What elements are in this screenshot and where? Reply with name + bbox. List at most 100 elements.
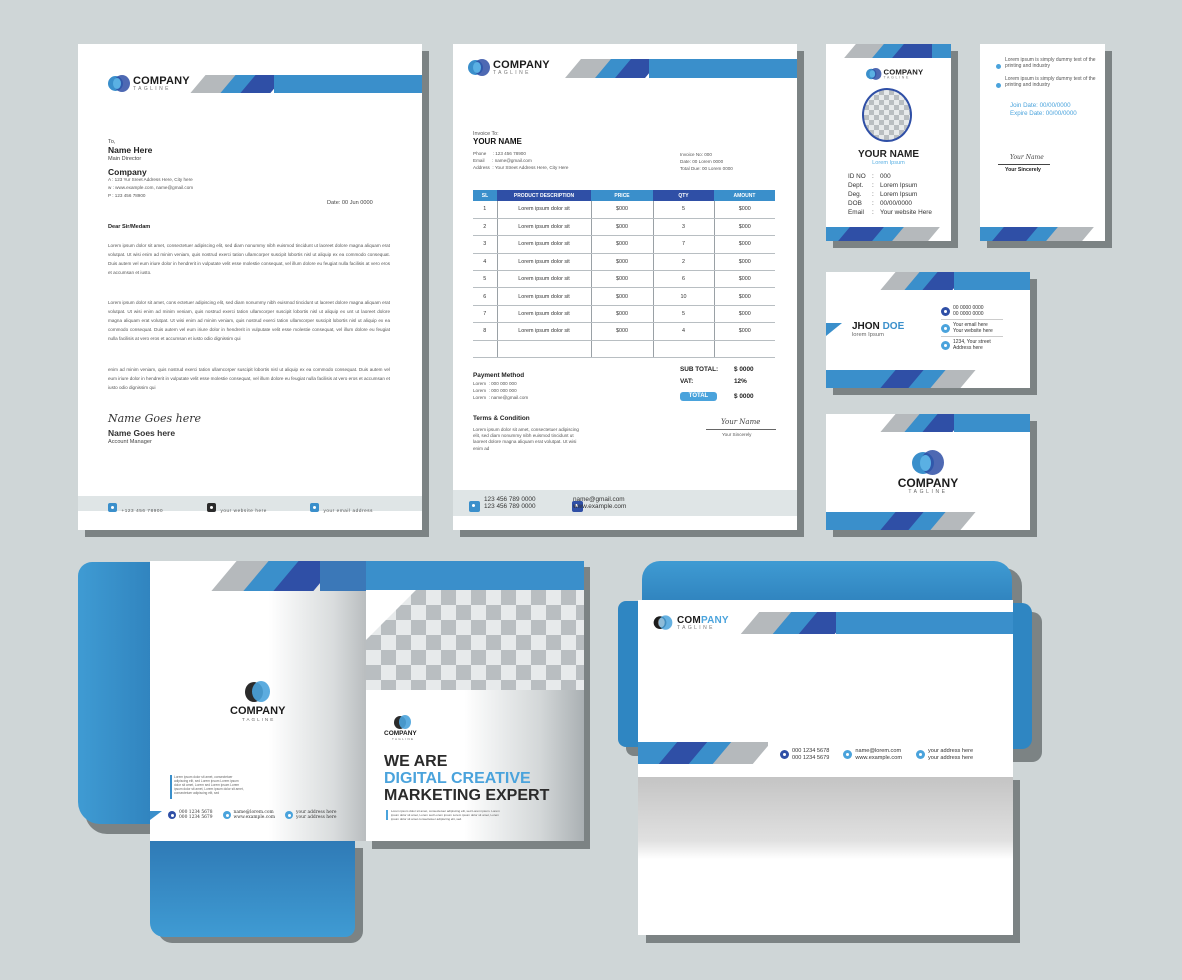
- column-header: AMOUNT: [714, 190, 775, 201]
- company-logo-icon: [866, 68, 882, 81]
- table-cell: Lorem ipsum dolor sit: [497, 235, 592, 254]
- image-placeholder[interactable]: [366, 590, 584, 690]
- recipient-company: Company: [108, 167, 147, 177]
- header-stripe-band: [190, 75, 422, 93]
- table-cell: Lorem ipsum dolor sit: [497, 305, 592, 324]
- contact-line: 00 0000 0000: [953, 311, 984, 317]
- id-card-front: COMPANY TAGLINE YOUR NAME Lorem Ipsum ID …: [826, 44, 951, 241]
- table-row: 1 Lorem ipsum dolor sit $000 5 $000: [473, 201, 775, 219]
- contact-item: Your email here Your website here: [941, 320, 1003, 337]
- corner-accent: [150, 811, 162, 820]
- folder-bottom-flap: [150, 840, 355, 937]
- id-field-label: Dept.: [848, 182, 864, 189]
- company-logo-icon: [108, 75, 130, 93]
- total-badge: TOTAL: [680, 392, 717, 401]
- table-cell: Lorem ipsum dolor sit: [497, 270, 592, 289]
- invoice: COMPANY TAGLINE Invoice To: YOUR NAME Pho…: [453, 44, 797, 530]
- terms-title: Terms & Condition: [473, 415, 530, 422]
- table-cell: $000: [714, 270, 775, 289]
- table-cell: [497, 340, 592, 359]
- table-row: 5 Lorem ipsum dolor sit $000 6 $000: [473, 270, 775, 289]
- recipient-address: A : 123 Yur Sreet Address Here, City her…: [108, 177, 193, 182]
- email-icon: [222, 811, 231, 820]
- table-cell: Lorem ipsum dolor sit: [497, 322, 592, 341]
- email-icon: [843, 750, 853, 760]
- table-cell: $000: [714, 253, 775, 272]
- table-cell: $000: [714, 287, 775, 306]
- envelope-top-flap: [642, 561, 1012, 605]
- table-cell: [653, 340, 715, 359]
- id-sign-label: Your Sincerely: [1005, 167, 1041, 173]
- signature-line: [998, 164, 1050, 165]
- header-stripe-band: [565, 59, 797, 78]
- footer-website: your website here: [220, 508, 267, 513]
- id-field-value: 000: [880, 173, 891, 180]
- contact-item: 00 0000 0000 00 0000 0000: [941, 303, 1003, 320]
- footer-stripe-band: [826, 227, 941, 241]
- table-row: 2 Lorem ipsum dolor sit $000 3 $000: [473, 218, 775, 237]
- company-name: COMPANY: [230, 705, 286, 717]
- id-field-label: ID NO: [848, 173, 866, 180]
- accent-bar: [170, 775, 172, 799]
- envelope-back: [638, 777, 1013, 935]
- folder-contacts: 000 1234 5678 000 1234 5679 name@lorem.com…: [168, 810, 358, 821]
- id-signature: Your Name: [1010, 154, 1044, 161]
- id-field-row: ID NO:000: [848, 172, 932, 181]
- table-cell: 5: [653, 201, 715, 219]
- table-row: 6 Lorem ipsum dolor sit $000 10 $000: [473, 287, 775, 306]
- table-cell: 7: [653, 235, 715, 254]
- header-stripe-band: [876, 414, 1030, 432]
- contact-line: Your website here: [953, 328, 993, 334]
- invoice-footer: 123 456 789 0000 123 456 789 0000 name@gm…: [453, 490, 797, 516]
- footer-stripe-band: [980, 227, 1095, 241]
- column-header: PRODUCT DESCRIPTION: [497, 190, 591, 201]
- separator: :: [872, 209, 874, 216]
- recipient-title: Main Director: [108, 156, 142, 162]
- letterhead-footer: +123 456 78900 your website here your em…: [78, 496, 422, 513]
- company-logo-icon: [394, 715, 412, 730]
- card-name: JHON DOE: [852, 321, 905, 332]
- contact-item: your address here your address here: [285, 810, 336, 821]
- contact-item: 1234, Your street Address here: [941, 337, 1003, 353]
- contact-item: name@lorem.com www.example.com: [222, 810, 275, 821]
- table-cell: 4: [473, 253, 498, 272]
- folder-inside: COMPANY TAGLINE Lorem ipsum dolor sit am…: [150, 561, 366, 841]
- headline-line-3: MARKETING EXPERT: [384, 787, 550, 804]
- total-value: $ 0000: [734, 393, 754, 400]
- client-email: Email : name@gmail.com: [473, 158, 532, 163]
- table-cell: 1: [473, 201, 498, 219]
- company-logo-icon: [653, 615, 673, 630]
- vat-value: 12%: [734, 378, 747, 385]
- table-cell: 2: [473, 218, 498, 237]
- letterhead: COMPANY TAGLINE To, Name Here Main Direct…: [78, 44, 422, 530]
- separator: :: [872, 173, 874, 180]
- table-cell: $000: [591, 201, 654, 219]
- id-name: YOUR NAME: [857, 149, 920, 160]
- payment-line: Lorem : 000 000 000: [473, 388, 517, 393]
- signature-line: [706, 429, 776, 430]
- company-tagline: TAGLINE: [392, 737, 415, 741]
- header-stripe-band: [210, 561, 366, 591]
- body-paragraph: Lorem ipsum dolor sit amet, consectetuer…: [108, 243, 390, 276]
- footer-email: your email address: [323, 508, 374, 513]
- id-field-value: Lorem Ipsum: [880, 191, 918, 198]
- photo-placeholder[interactable]: [862, 88, 912, 142]
- contact-item: 000 1234 5678 000 1234 5679: [780, 748, 829, 761]
- recipient-web: w : www.example.com, name@gmail.com: [108, 185, 194, 190]
- payment-method-title: Payment Method: [473, 372, 525, 379]
- table-cell: [591, 340, 654, 359]
- separator: :: [872, 191, 874, 198]
- invoice-number: Invoice No: 000: [680, 152, 712, 157]
- id-subtitle: Lorem Ipsum: [872, 160, 905, 166]
- company-tagline: TAGLINE: [493, 70, 531, 76]
- id-card-back: Lorem ipsum is simply dummy text of the …: [980, 44, 1105, 241]
- column-header: PRICE: [591, 190, 653, 201]
- table-row: 4 Lorem ipsum dolor sit $000 2 $000: [473, 253, 775, 272]
- table-cell: 2: [653, 253, 715, 272]
- recipient-phone: P : 123 456 78900: [108, 193, 146, 198]
- id-field-value: 00/00/0000: [880, 200, 912, 207]
- contact-line: your address here: [927, 754, 974, 761]
- table-cell: 3: [473, 235, 498, 254]
- email-icon: [941, 323, 950, 333]
- column-header: QTY: [653, 190, 714, 201]
